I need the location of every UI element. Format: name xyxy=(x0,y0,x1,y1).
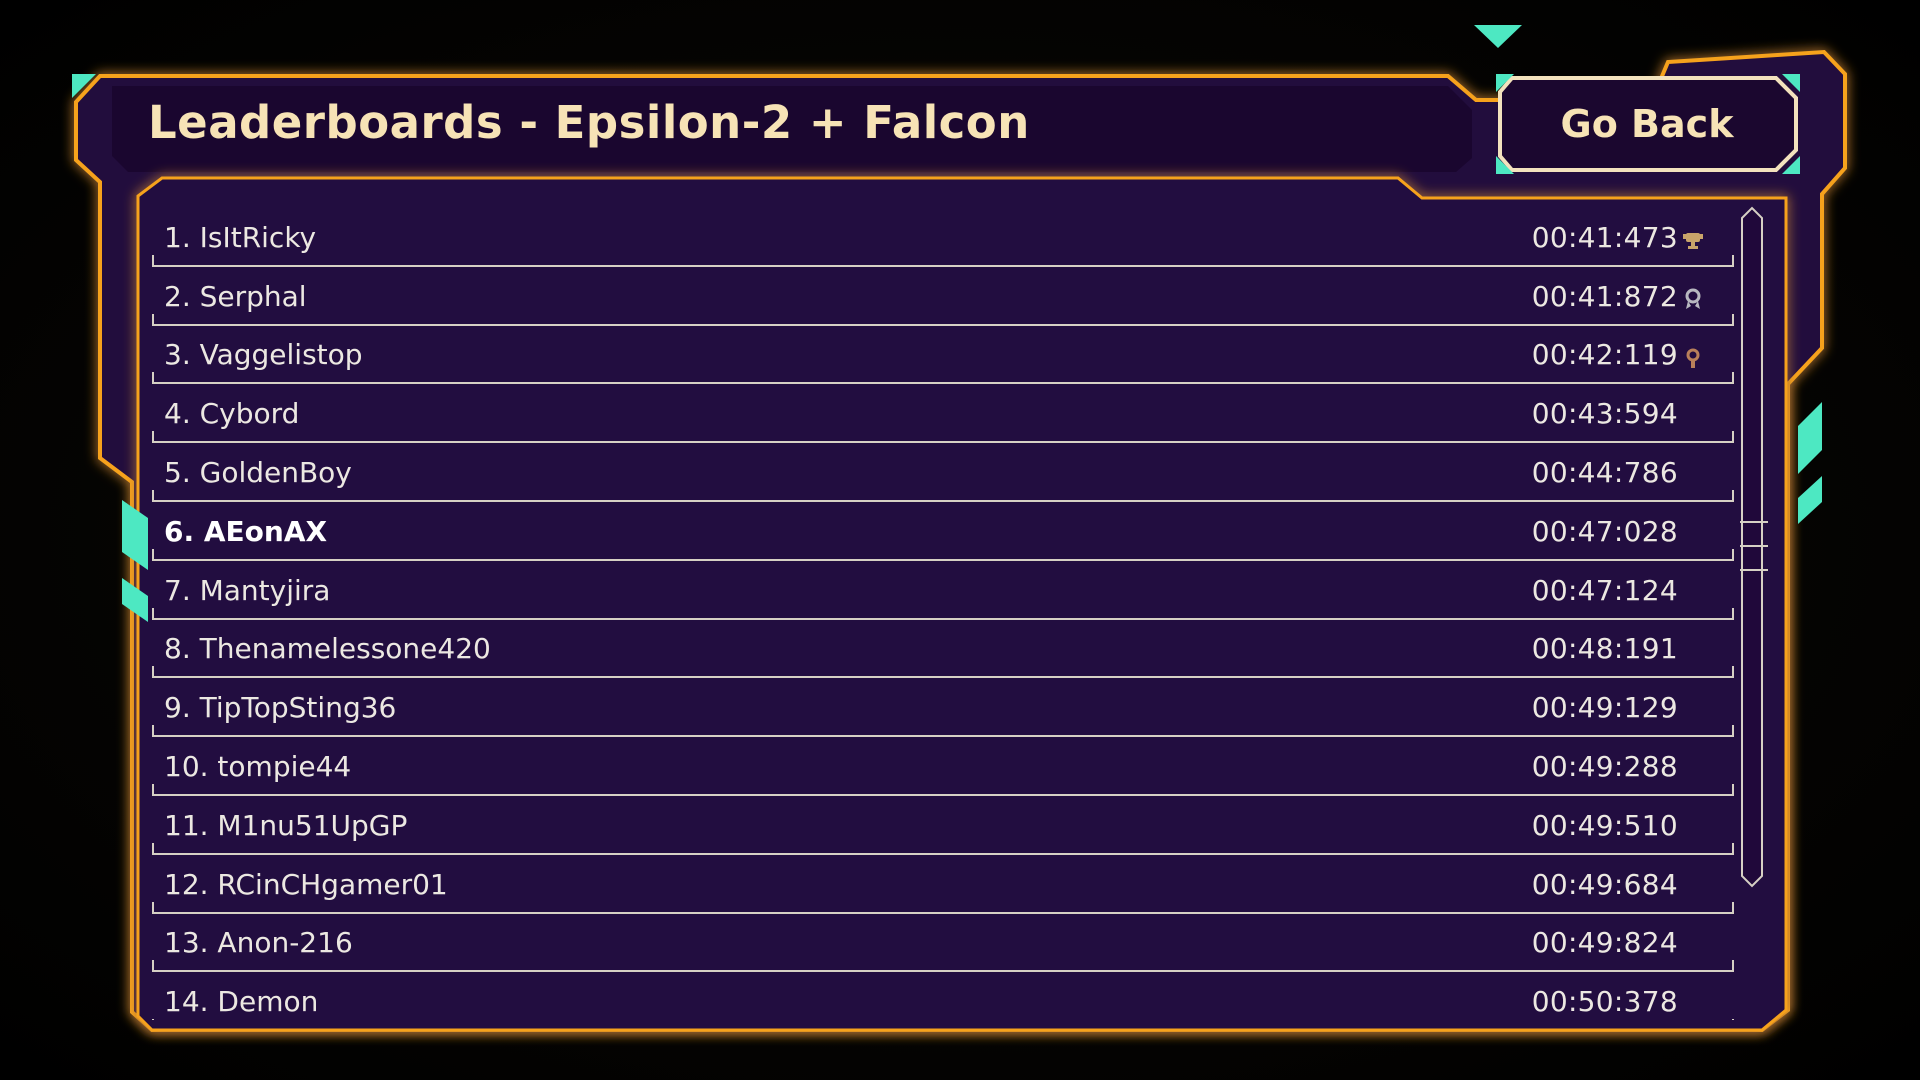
player-name: 2. Serphal xyxy=(164,279,307,313)
teal-triangle-marker xyxy=(1474,25,1522,48)
leaderboard-row[interactable]: 10. tompie44 00:49:288 xyxy=(152,737,1734,796)
lap-time: 00:47:028 xyxy=(1531,514,1678,548)
lap-time: 00:43:594 xyxy=(1531,397,1678,431)
lap-time: 00:50:378 xyxy=(1531,985,1678,1019)
leaderboard-row[interactable]: 9. TipTopSting36 00:49:129 xyxy=(152,678,1734,737)
leaderboard-row[interactable]: 7. Mantyjira 00:47:124 xyxy=(152,561,1734,620)
lap-time: 00:41:473 xyxy=(1531,220,1678,254)
leaderboard-screen: Leaderboards - Epsilon-2 + Falcon Go Bac… xyxy=(0,0,1920,1080)
lap-time: 00:41:872 xyxy=(1531,279,1678,313)
player-name: 1. IsItRicky xyxy=(164,220,317,254)
player-name: 12. RCinCHgamer01 xyxy=(164,867,448,901)
leaderboard-row[interactable]: 14. Demon 00:50:378 xyxy=(152,972,1734,1020)
player-name: 6. AEonAX xyxy=(164,514,328,548)
leaderboard-row[interactable]: 8. Thenamelessone420 00:48:191 xyxy=(152,620,1734,679)
player-name: 3. Vaggelistop xyxy=(164,338,363,372)
leaderboard-row[interactable]: 11. M1nu51UpGP 00:49:510 xyxy=(152,796,1734,855)
leaderboard-row[interactable]: 3. Vaggelistop 00:42:119 xyxy=(152,326,1734,385)
player-name: 7. Mantyjira xyxy=(164,573,331,607)
player-name: 4. Cybord xyxy=(164,397,300,431)
leaderboard-row[interactable]: 12. RCinCHgamer01 00:49:684 xyxy=(152,855,1734,914)
go-back-button[interactable]: Go Back xyxy=(1500,78,1794,170)
leaderboard-row[interactable]: 6. AEonAX 00:47:028 xyxy=(152,502,1734,561)
trophy-icon xyxy=(1682,225,1704,250)
player-name: 11. M1nu51UpGP xyxy=(164,808,408,842)
leaderboard-row[interactable]: 4. Cybord 00:43:594 xyxy=(152,384,1734,443)
leaderboard-row[interactable]: 5. GoldenBoy 00:44:786 xyxy=(152,443,1734,502)
scrollbar[interactable] xyxy=(1738,208,1770,888)
lap-time: 00:47:124 xyxy=(1531,573,1678,607)
page-title: Leaderboards - Epsilon-2 + Falcon xyxy=(148,96,1030,149)
lap-time: 00:44:786 xyxy=(1531,456,1678,490)
leaderboard-row[interactable]: 1. IsItRicky 00:41:473 xyxy=(152,208,1734,267)
leaderboard-list: 1. IsItRicky 00:41:473 2. Serphal 00:41:872… xyxy=(152,208,1734,1020)
bronze-medal-icon xyxy=(1682,343,1704,368)
lap-time: 00:49:510 xyxy=(1531,808,1678,842)
lap-time: 00:49:684 xyxy=(1531,867,1678,901)
player-name: 10. tompie44 xyxy=(164,750,352,784)
lap-time: 00:49:129 xyxy=(1531,691,1678,725)
teal-accent xyxy=(1798,476,1822,524)
leaderboard-row[interactable]: 13. Anon-216 00:49:824 xyxy=(152,914,1734,973)
player-name: 9. TipTopSting36 xyxy=(164,691,397,725)
player-name: 13. Anon-216 xyxy=(164,926,353,960)
player-name: 5. GoldenBoy xyxy=(164,456,352,490)
lap-time: 00:42:119 xyxy=(1531,338,1678,372)
teal-accent xyxy=(1798,402,1822,474)
lap-time: 00:49:824 xyxy=(1531,926,1678,960)
player-name: 14. Demon xyxy=(164,985,319,1019)
leaderboard-row[interactable]: 2. Serphal 00:41:872 xyxy=(152,267,1734,326)
lap-time: 00:48:191 xyxy=(1531,632,1678,666)
silver-medal-icon xyxy=(1682,284,1704,310)
lap-time: 00:49:288 xyxy=(1531,750,1678,784)
player-name: 8. Thenamelessone420 xyxy=(164,632,491,666)
